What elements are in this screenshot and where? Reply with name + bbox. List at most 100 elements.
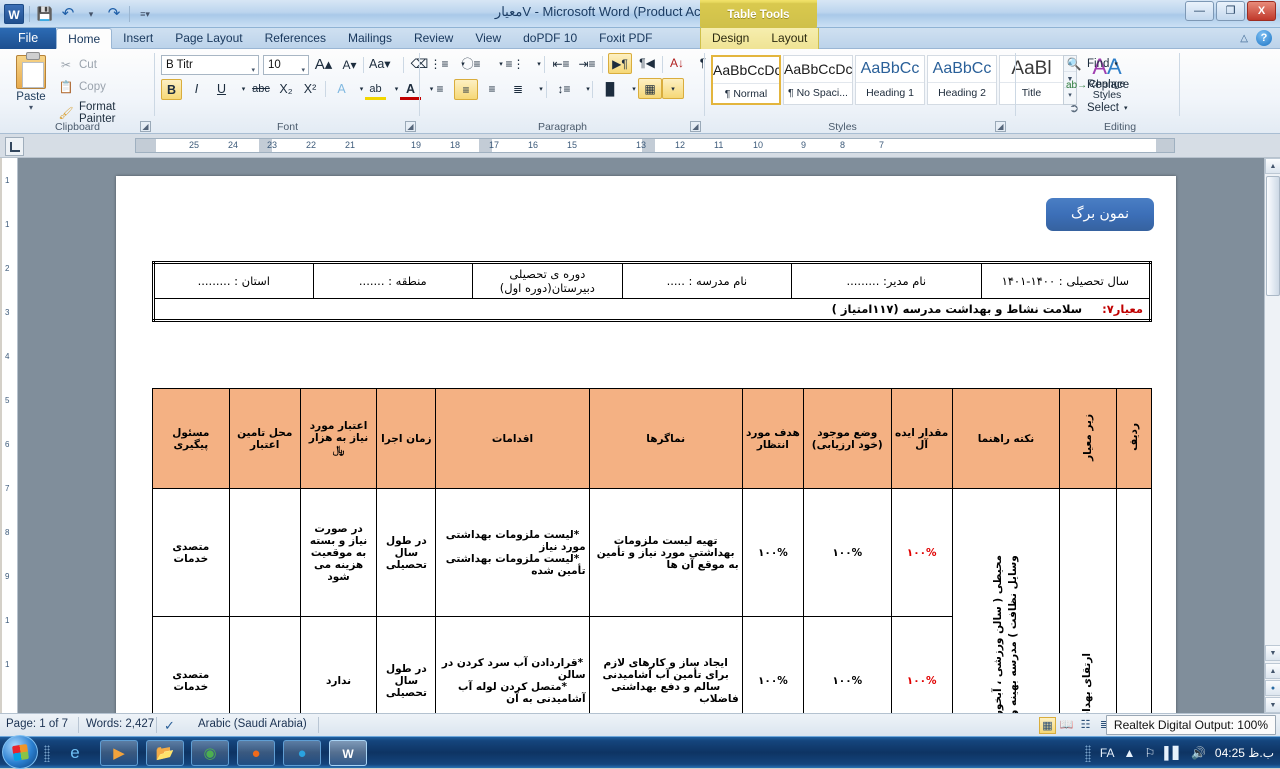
minimize-ribbon-icon[interactable]: △ (1240, 33, 1248, 44)
cell-indicator[interactable]: ایجاد ساز و کارهای لازم برای تأمین آب آش… (588, 616, 743, 713)
strikethrough-button[interactable]: abc (249, 79, 273, 100)
tab-view[interactable]: View (464, 28, 512, 49)
font-dialog-launcher[interactable]: ◢ (405, 121, 416, 132)
header-cell-principal-name[interactable]: نام مدیر: ......... (791, 262, 982, 299)
proofing-icon[interactable]: ✓ (164, 718, 175, 734)
highlight-color-icon[interactable]: ab (365, 79, 386, 100)
toolbar-grip[interactable] (44, 745, 50, 762)
paste-button[interactable]: Paste ▾ (8, 52, 54, 112)
window-controls[interactable]: — ❐ X (1185, 1, 1276, 21)
tab-design[interactable]: Design (701, 28, 760, 49)
tab-insert[interactable]: Insert (112, 28, 164, 49)
chevron-down-icon[interactable]: ▾ (528, 54, 550, 75)
header-cell-region[interactable]: منطقه : ....... (312, 262, 474, 299)
increase-indent-icon[interactable]: ⇥≡ (576, 54, 598, 75)
line-spacing-icon[interactable]: ↕≡ (552, 79, 576, 100)
taskbar-telegram[interactable]: ● (283, 740, 321, 766)
style-title[interactable]: AaBl Title (999, 55, 1063, 105)
header-cell-education-period[interactable]: دوره ی تحصیلی دبیرستان(دوره اول) (472, 262, 623, 299)
cell-row-number[interactable]: ۱ (1116, 488, 1152, 713)
cell-ideal[interactable]: ۱۰۰% (890, 488, 953, 617)
cell-funding-source[interactable] (228, 488, 301, 617)
copy-button[interactable]: 📋 Copy (58, 79, 106, 95)
ribbon-help-area[interactable]: △ ? (1240, 30, 1272, 46)
borders-dropdown-icon[interactable]: ▾ (662, 78, 684, 99)
chevron-down-icon[interactable]: ▾ (1124, 104, 1128, 112)
full-screen-reading-view-button[interactable]: 📖 (1058, 717, 1075, 734)
cell-current[interactable]: ۱۰۰% (803, 616, 892, 713)
underline-button[interactable]: U (211, 79, 232, 100)
align-left-icon[interactable]: ≡ (428, 79, 452, 100)
italic-button[interactable]: I (186, 79, 207, 100)
cell-responsible[interactable]: متصدی خدمات (152, 488, 230, 617)
text-effects-icon[interactable]: A (331, 79, 352, 100)
borders-icon[interactable]: ▦ (638, 78, 662, 99)
chevron-down-icon[interactable]: ▾ (1114, 60, 1118, 68)
next-page-icon[interactable]: ▼ (1265, 697, 1280, 713)
bullets-icon[interactable]: ⋮≡ (428, 54, 450, 75)
tab-layout[interactable]: Layout (760, 28, 818, 49)
tab-references[interactable]: References (254, 28, 337, 49)
taskbar-word[interactable]: W (329, 740, 367, 766)
paragraph-dialog-launcher[interactable]: ◢ (690, 121, 701, 132)
grow-font-button[interactable]: A▴ (313, 54, 334, 75)
document-canvas[interactable]: نمون برگ سال تحصیلی : ۱۴۰۰-۱۴۰۱ نام مدیر… (18, 158, 1264, 713)
chevron-down-icon[interactable]: ▾ (251, 62, 255, 80)
document-header-table[interactable]: سال تحصیلی : ۱۴۰۰-۱۴۰۱ نام مدیر: .......… (152, 261, 1152, 322)
align-right-icon[interactable]: ≡ (480, 79, 504, 100)
clipboard-dialog-launcher[interactable]: ◢ (140, 121, 151, 132)
style-normal[interactable]: AaBbCcDc ¶ Normal (711, 55, 781, 105)
restore-button[interactable]: ❐ (1216, 1, 1245, 21)
tab-foxit-pdf[interactable]: Foxit PDF (588, 28, 663, 49)
cell-current[interactable]: ۱۰۰% (803, 488, 892, 617)
network-signal-icon[interactable]: ▌▋ (1164, 746, 1182, 760)
chevron-down-icon[interactable]: ▾ (8, 103, 54, 112)
minimize-button[interactable]: — (1185, 1, 1214, 21)
vertical-scrollbar[interactable]: ▲ ▼ ▲ ● ▼ (1264, 158, 1280, 713)
volume-icon[interactable]: 🔊 (1191, 746, 1206, 760)
subscript-button[interactable]: X₂ (275, 79, 297, 100)
form-title-button[interactable]: نمون برگ (1046, 198, 1154, 231)
chevron-down-icon[interactable]: ▾ (301, 62, 305, 80)
change-case-button[interactable]: Aa▾ (369, 54, 391, 75)
bold-button[interactable]: B (161, 79, 182, 100)
styles-dialog-launcher[interactable]: ◢ (995, 121, 1006, 132)
cell-target[interactable]: ۱۰۰% (741, 616, 805, 713)
system-tray[interactable]: FA ▲ ⚐ ▌▋ 🔊 04:25 ب.ظ (1084, 737, 1280, 769)
clock[interactable]: 04:25 ب.ظ (1215, 746, 1274, 760)
shrink-font-button[interactable]: A▾ (339, 55, 360, 76)
style-no-spacing[interactable]: AaBbCcDc ¶ No Spaci... (783, 55, 853, 105)
language-bar[interactable]: FA (1100, 746, 1115, 760)
table-tools-tabs[interactable]: Design Layout (700, 28, 820, 49)
tab-page-layout[interactable]: Page Layout (164, 28, 253, 49)
taskbar-media-player[interactable]: ▶ (100, 740, 138, 766)
find-button[interactable]: 🔍 Find ▾ (1066, 57, 1118, 71)
tab-mailings[interactable]: Mailings (337, 28, 403, 49)
show-hidden-icons-icon[interactable]: ▲ (1124, 746, 1136, 760)
style-heading-1[interactable]: AaBbCc Heading 1 (855, 55, 925, 105)
document-page[interactable]: نمون برگ سال تحصیلی : ۱۴۰۰-۱۴۰۱ نام مدیر… (116, 176, 1176, 713)
scroll-up-icon[interactable]: ▲ (1265, 158, 1280, 174)
select-browse-object-icon[interactable]: ● (1265, 680, 1280, 696)
header-cell-province[interactable]: استان : ......... (153, 262, 314, 299)
print-layout-view-button[interactable]: ▦ (1039, 717, 1056, 734)
cell-sub-criterion[interactable]: ارتقای بهداشت عمومی (۴۲ امتیاز ) (1059, 488, 1118, 713)
page-indicator[interactable]: Page: 1 of 7 (6, 718, 68, 730)
cell-guide-note[interactable]: محیطی ( سالن ورزشی ، آبخوری ، سرویس بهدا… (951, 488, 1061, 713)
horizontal-ruler[interactable]: 25 24 23 22 21 19 18 17 16 15 13 12 11 1… (135, 138, 1175, 153)
cell-time[interactable]: در طول سال تحصیلی (376, 488, 437, 617)
cell-actions[interactable]: *قراردادن آب سرد کردن در سالن *متصل کردن… (435, 616, 590, 713)
close-button[interactable]: X (1247, 1, 1276, 21)
previous-page-icon[interactable]: ▲ (1265, 663, 1280, 679)
select-button[interactable]: ➲ Select ▾ (1066, 101, 1128, 115)
tray-grip[interactable] (1084, 744, 1091, 762)
network-flag-icon[interactable]: ⚐ (1144, 746, 1155, 760)
decrease-indent-icon[interactable]: ⇤≡ (550, 54, 572, 75)
scroll-down-icon[interactable]: ▼ (1265, 645, 1280, 661)
help-icon[interactable]: ? (1256, 30, 1272, 46)
cell-target[interactable]: ۱۰۰% (741, 488, 805, 617)
sort-icon[interactable]: A↓ (666, 53, 688, 74)
tab-home[interactable]: Home (56, 28, 113, 49)
rtl-text-direction-button[interactable]: ¶◀ (635, 53, 659, 74)
ltr-text-direction-button[interactable]: ▶¶ (608, 53, 632, 74)
